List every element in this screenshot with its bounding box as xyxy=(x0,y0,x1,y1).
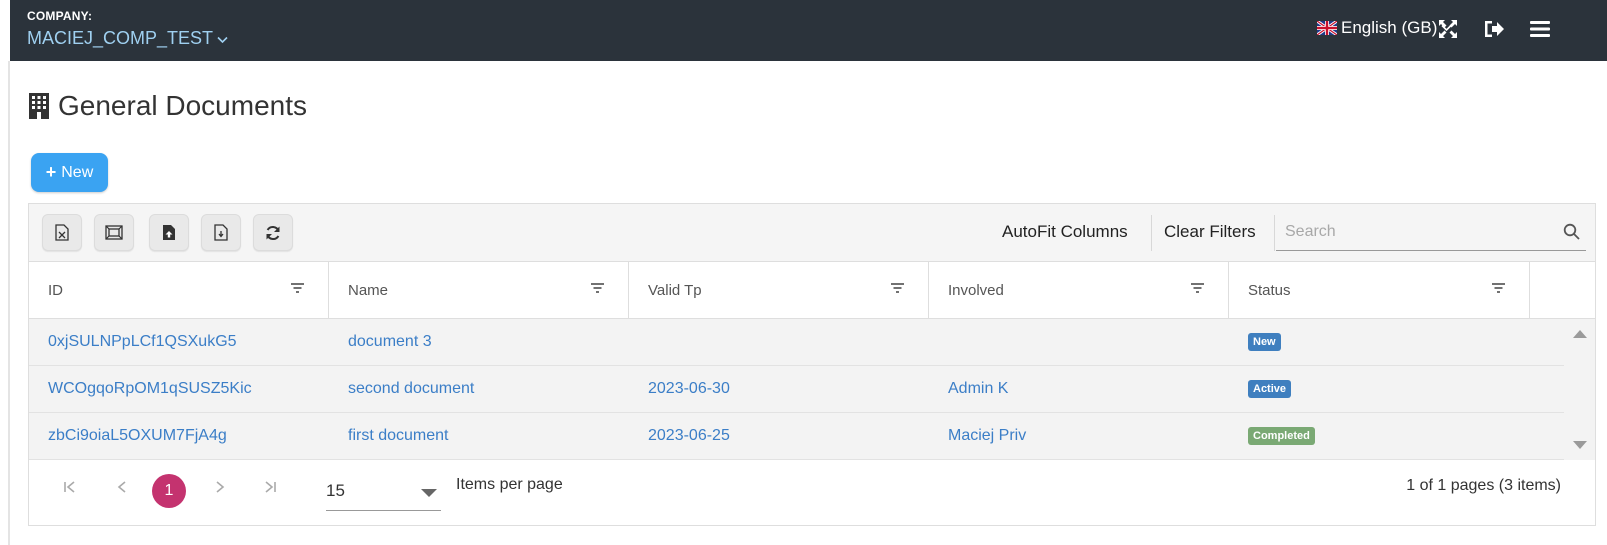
pager-info: 1 of 1 pages (3 items) xyxy=(1406,477,1561,494)
column-header-label: Name xyxy=(348,281,389,299)
grid-body: 0xjSULNPpLCf1QSXukG5 document 3 New WCOg… xyxy=(29,319,1564,460)
filter-icon[interactable] xyxy=(891,283,904,293)
cell-involved[interactable]: Admin K xyxy=(929,366,1008,412)
image-export-button[interactable] xyxy=(94,214,134,251)
image-export-icon xyxy=(105,225,123,240)
dropdown-caret-icon xyxy=(421,489,437,497)
filter-icon[interactable] xyxy=(591,283,604,293)
table-row[interactable]: zbCi9oiaL5OXUM7FjA4g first document 2023… xyxy=(29,413,1564,460)
last-page-icon[interactable] xyxy=(263,480,277,494)
autofit-columns-button[interactable]: AutoFit Columns xyxy=(1002,222,1128,242)
status-badge: Active xyxy=(1248,380,1292,398)
next-page-icon[interactable] xyxy=(213,480,227,494)
grid-header-row: ID Name Valid Tp Involved Status xyxy=(29,262,1595,319)
cell-valid-tp: 2023-06-25 xyxy=(648,427,730,444)
hamburger-menu-icon[interactable] xyxy=(1528,17,1552,41)
expand-icon[interactable] xyxy=(1436,17,1460,41)
cell-id[interactable]: zbCi9oiaL5OXUM7FjA4g xyxy=(29,413,227,459)
cell-name[interactable]: second document xyxy=(329,366,474,412)
column-header-label: Valid Tp xyxy=(648,281,702,299)
cell-name[interactable]: first document xyxy=(329,413,448,459)
new-button-label: New xyxy=(61,163,94,181)
download-file-button[interactable] xyxy=(201,214,241,251)
building-icon xyxy=(29,93,49,119)
excel-export-icon xyxy=(55,224,69,241)
plus-icon: + xyxy=(45,162,57,182)
grid-toolbar: AutoFit Columns Clear Filters xyxy=(29,204,1595,262)
company-selector[interactable]: MACIEJ_COMP_TEST xyxy=(27,28,228,49)
column-header-label: Involved xyxy=(948,281,1004,299)
column-header-valid-tp[interactable]: Valid Tp xyxy=(629,262,929,318)
cell-status: Completed xyxy=(1229,413,1315,459)
filter-icon[interactable] xyxy=(1191,283,1204,293)
table-row[interactable]: WCOgqoRpOM1qSUSZ5Kic second document 202… xyxy=(29,366,1564,413)
documents-grid: AutoFit Columns Clear Filters ID Name Va… xyxy=(28,203,1596,526)
table-row[interactable]: 0xjSULNPpLCf1QSXukG5 document 3 New xyxy=(29,319,1564,366)
cell-name[interactable]: document 3 xyxy=(329,319,432,365)
search-box xyxy=(1276,213,1586,251)
column-header-label: ID xyxy=(48,281,63,299)
page-title-text: General Documents xyxy=(58,90,308,121)
upload-file-button[interactable] xyxy=(149,214,189,251)
items-per-page-label: Items per page xyxy=(456,476,563,493)
page-title: General Documents xyxy=(28,90,307,122)
column-header-involved[interactable]: Involved xyxy=(929,262,1229,318)
column-header-label: Status xyxy=(1248,281,1291,299)
scroll-down-icon[interactable] xyxy=(1573,441,1587,449)
cell-id[interactable]: WCOgqoRpOM1qSUSZ5Kic xyxy=(29,366,252,412)
cell-status: New xyxy=(1229,319,1281,365)
search-icon[interactable] xyxy=(1563,223,1580,240)
language-label: English (GB) xyxy=(1341,18,1438,37)
company-name: MACIEJ_COMP_TEST xyxy=(27,28,214,48)
page-size-value: 15 xyxy=(326,481,345,500)
cell-involved[interactable] xyxy=(929,319,948,365)
pager: 1 15 Items per page 1 of 1 pages (3 item… xyxy=(29,460,1595,525)
filter-icon[interactable] xyxy=(1492,283,1505,293)
cell-involved[interactable]: Maciej Priv xyxy=(929,413,1026,459)
clear-filters-button[interactable]: Clear Filters xyxy=(1164,222,1256,242)
company-label: COMPANY: xyxy=(27,9,93,23)
uk-flag-icon xyxy=(1317,21,1337,35)
column-header-status[interactable]: Status xyxy=(1229,262,1530,318)
upload-file-icon xyxy=(163,225,175,240)
scroll-up-icon[interactable] xyxy=(1573,330,1587,338)
page-size-select[interactable]: 15 xyxy=(326,472,441,511)
page-button-current[interactable]: 1 xyxy=(152,474,186,508)
status-badge: Completed xyxy=(1248,427,1315,445)
language-selector[interactable]: English (GB) xyxy=(1317,18,1452,38)
column-header-id[interactable]: ID xyxy=(29,262,329,318)
cell-valid-tp: 2023-06-30 xyxy=(648,380,730,397)
status-badge: New xyxy=(1248,333,1281,351)
first-page-icon[interactable] xyxy=(63,480,77,494)
cell-id[interactable]: 0xjSULNPpLCf1QSXukG5 xyxy=(29,319,237,365)
chevron-down-icon xyxy=(217,36,228,43)
logout-icon[interactable] xyxy=(1482,17,1506,41)
toolbar-separator xyxy=(1274,215,1275,251)
cell-valid-tp xyxy=(629,319,648,365)
download-file-icon xyxy=(214,224,228,241)
cell-status: Active xyxy=(1229,366,1292,412)
excel-export-button[interactable] xyxy=(42,214,82,251)
column-header-name[interactable]: Name xyxy=(329,262,629,318)
toolbar-separator xyxy=(1151,215,1152,251)
top-bar: COMPANY: MACIEJ_COMP_TEST English (GB) xyxy=(10,0,1607,61)
search-input[interactable] xyxy=(1276,222,1546,241)
content-left-border xyxy=(8,61,10,545)
refresh-button[interactable] xyxy=(253,214,293,251)
filter-icon[interactable] xyxy=(291,283,304,293)
refresh-icon xyxy=(266,225,280,240)
previous-page-icon[interactable] xyxy=(115,480,129,494)
vertical-scrollbar[interactable] xyxy=(1564,319,1595,460)
new-document-button[interactable]: + New xyxy=(31,153,108,192)
